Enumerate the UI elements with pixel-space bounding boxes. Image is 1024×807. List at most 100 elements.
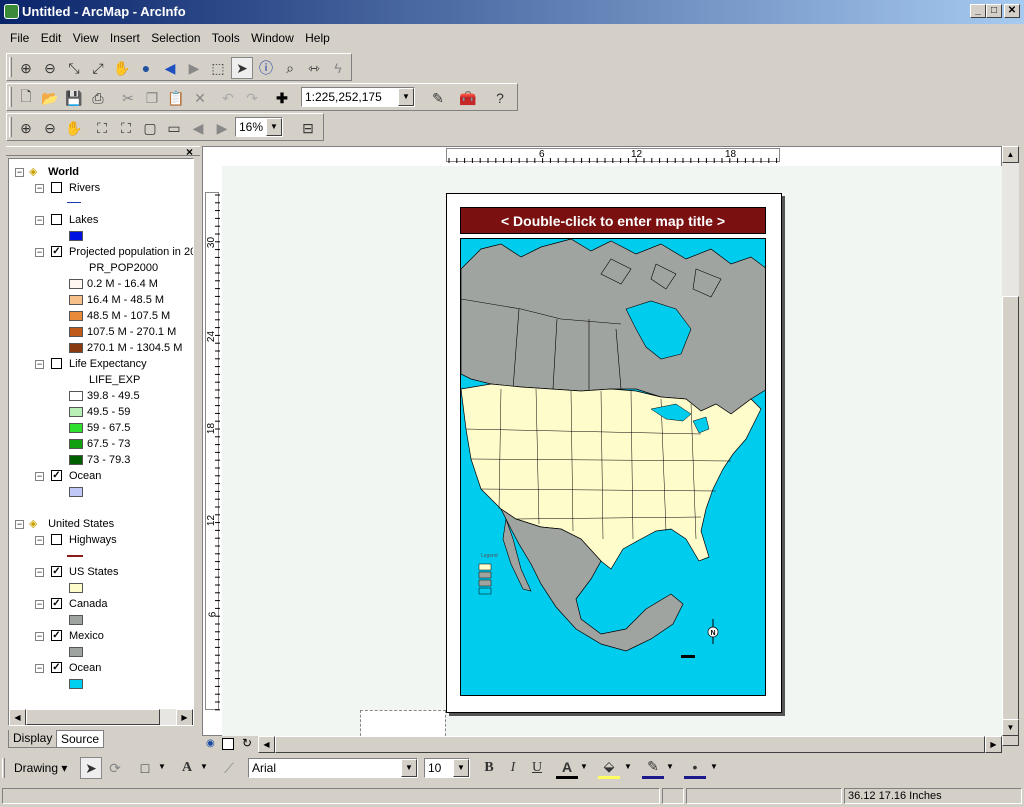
zoom-out-fixed-icon[interactable]: ⛶	[115, 117, 137, 139]
map-title[interactable]: < Double-click to enter map title >	[460, 207, 766, 234]
select-features-icon[interactable]: ⬚	[207, 57, 229, 79]
menu-help[interactable]: Help	[305, 31, 330, 45]
collapse-icon[interactable]: −	[35, 360, 44, 369]
toc-close-button[interactable]: ×	[186, 146, 193, 158]
layer-checkbox-us-states[interactable]: ✓	[51, 566, 62, 577]
data-view-icon[interactable]: ◉	[206, 738, 218, 750]
scroll-up-icon[interactable]: ▲	[1002, 146, 1019, 163]
layout-vscrollbar[interactable]: ▲ ▼	[1002, 146, 1019, 746]
layer-name-ocean-world[interactable]: Ocean	[69, 468, 101, 484]
map-scale-combo[interactable]: 1:225,252,175 ▼	[301, 87, 415, 107]
collapse-icon[interactable]: −	[35, 600, 44, 609]
collapse-icon[interactable]: −	[35, 248, 44, 257]
full-extent-icon[interactable]: ●	[135, 57, 157, 79]
arcmap-icon[interactable]	[4, 4, 19, 19]
menu-insert[interactable]: Insert	[110, 31, 140, 45]
select-elements-icon[interactable]: ➤	[80, 757, 102, 779]
forward-icon[interactable]: ▶	[183, 57, 205, 79]
italic-button[interactable]: I	[502, 757, 524, 779]
menu-window[interactable]: Window	[251, 31, 294, 45]
zoom-out-icon[interactable]: ⊖	[39, 57, 61, 79]
chevron-down-icon[interactable]: ▼	[453, 759, 469, 777]
layer-checkbox-mexico[interactable]: ✓	[51, 630, 62, 641]
go-back-extent-icon[interactable]: ◀	[187, 117, 209, 139]
toolbar-grip[interactable]	[9, 57, 12, 77]
collapse-icon[interactable]: −	[35, 536, 44, 545]
scroll-right-icon[interactable]: ▶	[176, 709, 193, 725]
font-combo[interactable]: Arial ▼	[248, 758, 418, 778]
hyperlink-icon[interactable]: ϟ	[327, 57, 349, 79]
marker-color-icon[interactable]: •	[684, 757, 706, 779]
scroll-right-icon[interactable]: ▶	[985, 736, 1002, 753]
chevron-down-icon[interactable]: ▼	[158, 762, 166, 771]
drawing-menu[interactable]: Drawing ▾	[14, 761, 67, 775]
data-frame-united-states[interactable]: ◈ United States	[29, 516, 114, 532]
layer-name-life-expectancy[interactable]: Life Expectancy	[69, 356, 147, 372]
layer-name-mexico[interactable]: Mexico	[69, 628, 104, 644]
layer-name-lakes[interactable]: Lakes	[69, 212, 98, 228]
maximize-button[interactable]: □	[986, 4, 1002, 18]
layer-checkbox-population[interactable]: ✓	[51, 246, 62, 257]
layout-pan-icon[interactable]: ✋	[63, 117, 85, 139]
layer-name-ocean-us[interactable]: Ocean	[69, 660, 101, 676]
fixed-zoom-in-icon[interactable]: ⤡	[63, 57, 85, 79]
font-size-combo[interactable]: 10 ▼	[424, 758, 470, 778]
scroll-down-icon[interactable]: ▼	[1002, 719, 1019, 736]
delete-icon[interactable]: ✕	[189, 87, 211, 109]
layout-hscrollbar[interactable]: ◀ ▶	[258, 736, 1002, 753]
collapse-icon[interactable]: −	[15, 168, 24, 177]
chevron-down-icon[interactable]: ▼	[266, 118, 282, 136]
zoom-100-icon[interactable]: ▭	[163, 117, 185, 139]
menu-tools[interactable]: Tools	[212, 31, 240, 45]
add-data-icon[interactable]: ✚	[271, 87, 293, 109]
line-color-icon[interactable]: ✎	[642, 757, 664, 779]
toolbar-grip[interactable]	[9, 117, 12, 137]
menu-file[interactable]: File	[10, 31, 29, 45]
tab-source[interactable]: Source	[56, 730, 105, 748]
layout-view-icon[interactable]	[222, 738, 234, 750]
measure-icon[interactable]: ⇿	[303, 57, 325, 79]
chevron-down-icon[interactable]: ▼	[624, 762, 632, 771]
scroll-left-icon[interactable]: ◀	[258, 736, 275, 753]
back-icon[interactable]: ◀	[159, 57, 181, 79]
minimize-button[interactable]: _	[970, 4, 986, 18]
copy-icon[interactable]: ❐	[141, 87, 163, 109]
undo-icon[interactable]: ↶	[217, 87, 239, 109]
collapse-icon[interactable]: −	[35, 664, 44, 673]
layout-zoom-out-icon[interactable]: ⊖	[39, 117, 61, 139]
layout-zoom-combo[interactable]: 16% ▼	[235, 117, 283, 137]
paste-icon[interactable]: 📋	[165, 87, 187, 109]
zoom-in-fixed-icon[interactable]: ⛶	[91, 117, 113, 139]
print-icon[interactable]: ⎙	[87, 87, 109, 109]
chevron-down-icon[interactable]: ▼	[710, 762, 718, 771]
select-elements-icon[interactable]: ➤	[231, 57, 253, 79]
layer-checkbox-ocean-us[interactable]: ✓	[51, 662, 62, 673]
font-color-icon[interactable]: A	[556, 757, 578, 779]
layer-checkbox-ocean-world[interactable]: ✓	[51, 470, 62, 481]
menu-selection[interactable]: Selection	[151, 31, 200, 45]
chevron-down-icon[interactable]: ▼	[200, 762, 208, 771]
collapse-icon[interactable]: −	[35, 568, 44, 577]
layer-checkbox-canada[interactable]: ✓	[51, 598, 62, 609]
toolbar-grip[interactable]	[2, 758, 5, 778]
layer-name-us-states[interactable]: US States	[69, 564, 119, 580]
toc-grip[interactable]	[6, 146, 200, 156]
rotate-icon[interactable]: ⟳	[104, 757, 126, 779]
chevron-down-icon[interactable]: ▼	[401, 759, 417, 777]
chevron-down-icon[interactable]: ▼	[580, 762, 588, 771]
tab-display[interactable]: Display	[8, 730, 58, 748]
edit-vertices-icon[interactable]: ⟋	[218, 757, 240, 779]
scroll-left-icon[interactable]: ◀	[9, 709, 26, 725]
underline-button[interactable]: U	[526, 757, 548, 779]
toggle-draft-mode-icon[interactable]: ⊟	[297, 117, 319, 139]
editor-toolbar-icon[interactable]: ✎	[427, 87, 449, 109]
collapse-icon[interactable]: −	[35, 216, 44, 225]
whats-this-icon[interactable]: ?	[489, 87, 511, 109]
layer-checkbox-lakes[interactable]	[51, 214, 62, 225]
layer-checkbox-highways[interactable]	[51, 534, 62, 545]
chevron-down-icon[interactable]: ▼	[398, 88, 414, 106]
refresh-icon[interactable]: ↻	[242, 736, 252, 750]
menu-edit[interactable]: Edit	[41, 31, 62, 45]
open-icon[interactable]: 📂	[39, 87, 61, 109]
toc-scroll-thumb[interactable]	[26, 709, 160, 725]
